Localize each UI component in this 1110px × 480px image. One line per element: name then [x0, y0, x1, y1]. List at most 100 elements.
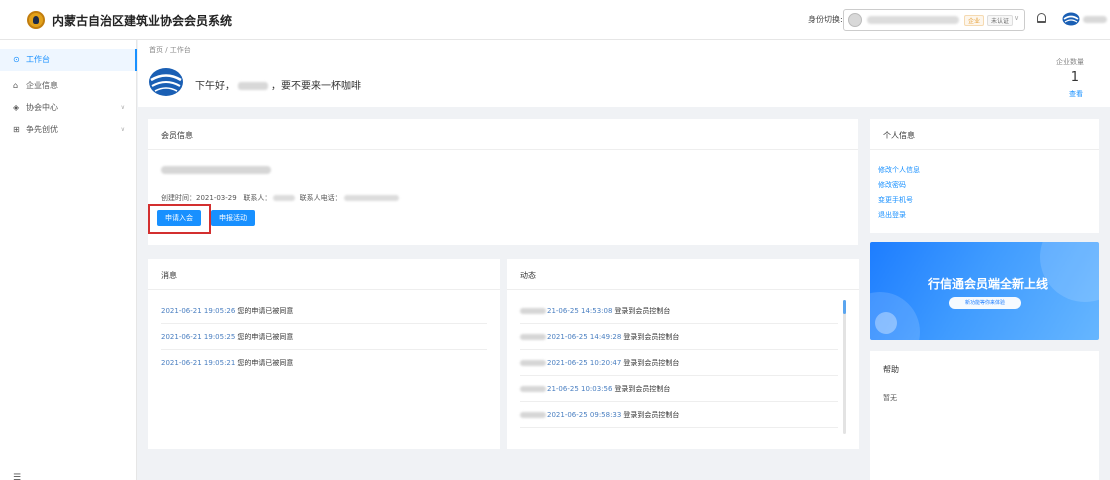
member-info-card: 会员信息 创建时间：2021-03-29 联系人： 联系人电话： 申请入会 申报… [148, 119, 858, 245]
banner-title: 行信通会员端全新上线 [928, 277, 1049, 291]
message-text: 您的申请已被同意 [237, 359, 294, 367]
change-phone-link[interactable]: 变更手机号 [878, 195, 913, 205]
activity-item: 21-06-25 10:03:56 登录到会员控制台 [520, 376, 838, 402]
help-card: 帮助 暂无 [870, 351, 1099, 480]
user-name-redacted [238, 82, 268, 90]
activity-item: 2021-06-25 10:20:47 登录到会员控制台 [520, 350, 838, 376]
identity-switcher[interactable]: 企业 未认证 ∨ [843, 9, 1025, 31]
auth-status-tag: 未认证 [987, 15, 1014, 26]
contact-phone-redacted [343, 195, 399, 201]
message-item[interactable]: 2021-06-21 19:05:21 您的申请已被同意 [161, 350, 487, 376]
greeting-suffix: ，要不要来一杯咖啡 [271, 81, 361, 92]
sidebar-item-workbench[interactable]: ⊙ 工作台 [0, 49, 137, 71]
sidebar-item-label: 争先创优 [26, 125, 58, 134]
banner-decoration [1040, 242, 1099, 302]
card-title: 帮助 [883, 365, 899, 374]
highlight-box [148, 204, 211, 234]
company-name-redacted [161, 166, 271, 174]
sidebar-item-enterprise-info[interactable]: ⌂ 企业信息 [0, 75, 137, 97]
message-time: 2021-06-21 19:05:25 [161, 333, 236, 341]
banner-decoration [875, 312, 897, 334]
message-text: 您的申请已被同意 [237, 307, 294, 315]
activity-card: 动态 21-06-25 14:53:08 登录到会员控制台 2021-06-25 … [507, 259, 859, 449]
activity-text: 登录到会员控制台 [614, 307, 671, 315]
messages-card: 消息 2021-06-21 19:05:26 您的申请已被同意 2021-06-2… [148, 259, 500, 449]
user-name-redacted [520, 386, 546, 392]
scrollbar-thumb[interactable] [843, 300, 846, 314]
card-title: 个人信息 [883, 131, 915, 140]
message-item[interactable]: 2021-06-21 19:05:25 您的申请已被同意 [161, 324, 487, 350]
activity-time: 21-06-25 14:53:08 [547, 307, 613, 315]
help-text: 暂无 [883, 394, 897, 402]
card-title: 消息 [161, 271, 177, 280]
report-activity-button[interactable]: 申报活动 [211, 210, 255, 226]
chevron-down-icon[interactable]: ∨ [1014, 14, 1019, 22]
user-name-redacted [520, 334, 546, 340]
message-time: 2021-06-21 19:05:26 [161, 307, 236, 315]
activity-text: 登录到会员控制台 [623, 333, 680, 341]
top-header: 内蒙古自治区建筑业协会会员系统 身份切换: 企业 未认证 ∨ [0, 0, 1110, 40]
identity-switch-label: 身份切换: [808, 15, 843, 24]
user-logo-icon[interactable] [1062, 12, 1080, 26]
activity-text: 登录到会员控制台 [614, 385, 671, 393]
message-time: 2021-06-21 19:05:21 [161, 359, 236, 367]
view-enterprises-link[interactable]: 查看 [1069, 89, 1083, 99]
created-date: 2021-03-29 [196, 194, 237, 202]
message-item[interactable]: 2021-06-21 19:05:26 您的申请已被同意 [161, 298, 487, 324]
avatar-icon [848, 13, 862, 27]
greeting-text: 下午好， ，要不要来一杯咖啡 [195, 77, 361, 92]
identity-name-redacted [867, 16, 959, 24]
welcome-panel: 首页 / 工作台 下午好， ，要不要来一杯咖啡 企业数量 1 查看 [138, 40, 1110, 107]
sidebar-item-label: 企业信息 [26, 81, 58, 90]
grid-icon: ⊞ [13, 125, 20, 134]
menu-collapse-icon[interactable]: ☰ [13, 473, 21, 480]
activity-text: 登录到会员控制台 [623, 411, 680, 419]
sidebar-item-label: 工作台 [26, 55, 50, 64]
divider [148, 289, 500, 290]
message-text: 您的申请已被同意 [237, 333, 294, 341]
user-name-redacted[interactable] [1083, 16, 1107, 23]
activity-time: 2021-06-25 09:58:33 [547, 411, 622, 419]
activity-time: 21-06-25 10:03:56 [547, 385, 613, 393]
association-logo-icon [27, 11, 45, 29]
app-title: 内蒙古自治区建筑业协会会员系统 [52, 14, 233, 28]
activity-item: 2021-06-25 09:58:33 登录到会员控制台 [520, 402, 838, 428]
created-label: 创建时间： [161, 194, 196, 202]
logout-link[interactable]: 退出登录 [878, 210, 906, 220]
divider [507, 289, 859, 290]
activity-time: 2021-06-25 14:49:28 [547, 333, 622, 341]
user-name-redacted [520, 308, 546, 314]
card-title: 动态 [520, 271, 536, 280]
member-meta: 创建时间：2021-03-29 联系人： 联系人电话： [161, 193, 401, 203]
user-name-redacted [520, 360, 546, 366]
enterprise-count-value: 1 [1070, 70, 1079, 85]
sidebar-item-excellence[interactable]: ⊞ 争先创优 ∨ [0, 119, 137, 141]
card-title: 会员信息 [161, 131, 193, 140]
activity-time: 2021-06-25 10:20:47 [547, 359, 622, 367]
contact-label: 联系人： [243, 194, 272, 202]
edit-profile-link[interactable]: 修改个人信息 [878, 165, 920, 175]
sidebar-item-label: 协会中心 [26, 103, 58, 112]
building-icon: ⌂ [13, 81, 19, 90]
profile-card: 个人信息 修改个人信息 修改密码 变更手机号 退出登录 [870, 119, 1099, 233]
banner-button[interactable]: 新功能等你来体验 [949, 297, 1021, 309]
user-name-redacted [520, 412, 546, 418]
chevron-down-icon: ∨ [120, 104, 125, 111]
chevron-down-icon: ∨ [120, 126, 125, 133]
diamond-icon: ◈ [13, 103, 20, 112]
activity-item: 21-06-25 14:53:08 登录到会员控制台 [520, 298, 838, 324]
promo-banner[interactable]: 行信通会员端全新上线 新功能等你来体验 [870, 242, 1099, 340]
bell-icon[interactable] [1037, 13, 1046, 23]
home-icon: ⊙ [13, 55, 20, 64]
activity-text: 登录到会员控制台 [623, 359, 680, 367]
change-password-link[interactable]: 修改密码 [878, 180, 906, 190]
sidebar: ⊙ 工作台 ⌂ 企业信息 ◈ 协会中心 ∨ ⊞ 争先创优 ∨ ☰ [0, 40, 137, 480]
activity-scrollbar[interactable] [843, 300, 846, 434]
contact-phone-label: 联系人电话： [299, 194, 342, 202]
enterprise-tag: 企业 [964, 15, 985, 26]
contact-name-redacted [273, 195, 296, 201]
enterprise-count-label: 企业数量 [1056, 58, 1084, 66]
activity-item: 2021-06-25 14:49:28 登录到会员控制台 [520, 324, 838, 350]
breadcrumb: 首页 / 工作台 [149, 46, 191, 54]
sidebar-item-association-center[interactable]: ◈ 协会中心 ∨ [0, 97, 137, 119]
